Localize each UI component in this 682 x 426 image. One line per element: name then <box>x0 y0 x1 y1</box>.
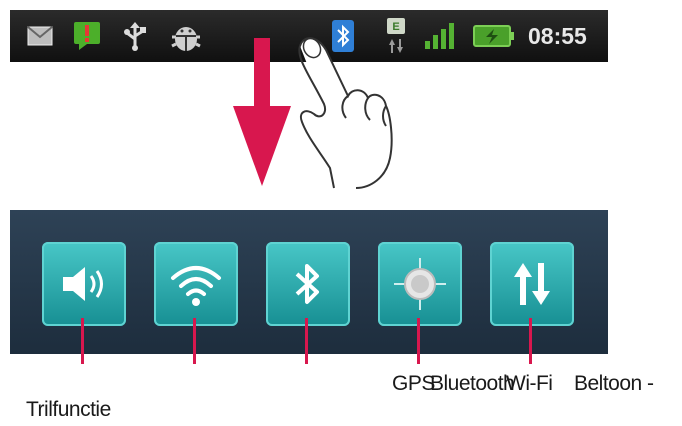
leader-line-sound <box>81 318 84 364</box>
android-debug-icon <box>168 10 204 62</box>
speaker-icon <box>63 267 103 301</box>
mobile-data-toggle[interactable] <box>490 242 574 326</box>
swipe-down-arrow <box>254 38 270 108</box>
wifi-toggle[interactable] <box>154 242 238 326</box>
label-bluetooth: Bluetooth <box>430 372 515 395</box>
mail-icon <box>26 10 54 62</box>
usb-icon <box>120 10 150 62</box>
signal-icon <box>422 10 460 62</box>
bluetooth-toggle[interactable] <box>266 242 350 326</box>
clock: 08:55 <box>528 23 587 49</box>
data-arrows-icon <box>514 263 550 305</box>
label-wifi: Wi-Fi <box>506 372 553 395</box>
leader-line-data <box>529 318 532 364</box>
gps-toggle[interactable] <box>378 242 462 326</box>
label-gps: GPS <box>392 372 435 395</box>
label-vibrate: Trilfunctie <box>26 398 111 421</box>
label-data: Beltoon - <box>574 372 654 395</box>
sound-toggle[interactable] <box>42 242 126 326</box>
swipe-down-arrow-head <box>233 106 291 186</box>
battery-icon <box>472 10 516 62</box>
leader-line-wifi <box>193 318 196 364</box>
hand-gesture-icon <box>298 37 393 189</box>
quick-settings-panel <box>10 210 608 354</box>
leader-line-bluetooth <box>305 318 308 364</box>
alert-icon <box>72 10 102 62</box>
bluetooth-icon <box>295 264 319 304</box>
gps-icon <box>394 258 446 310</box>
wifi-icon <box>171 266 221 306</box>
leader-line-gps <box>417 318 420 364</box>
